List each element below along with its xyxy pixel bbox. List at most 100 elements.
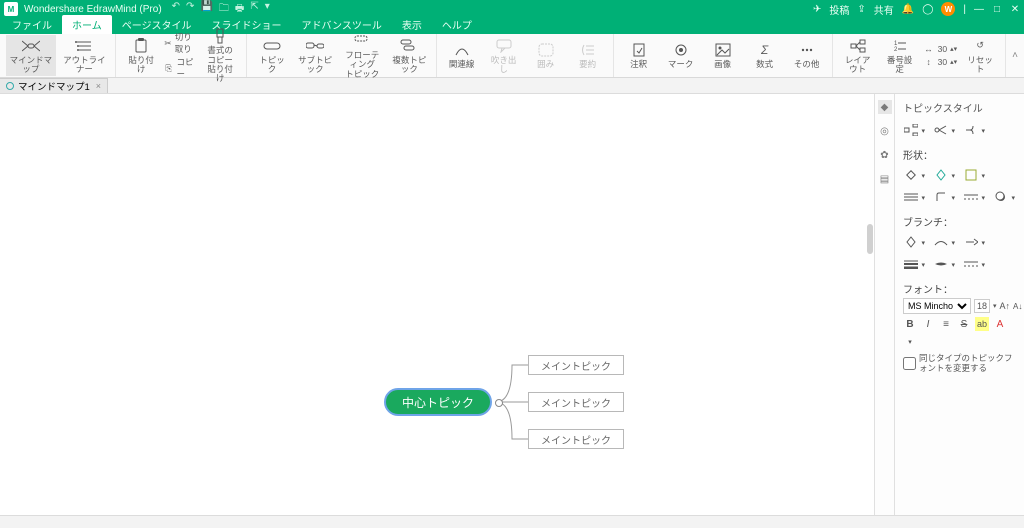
minimize-button[interactable]: — bbox=[974, 4, 984, 15]
rail-clip-icon[interactable]: ✿ bbox=[878, 148, 892, 162]
rail-style-icon[interactable]: ◆ bbox=[878, 100, 892, 114]
ribbon-group-insert: 注釈 マーク 画像 Σ数式 その他 bbox=[614, 34, 833, 77]
note-button[interactable]: 注釈 bbox=[620, 39, 658, 71]
shape-label: 形状： bbox=[903, 147, 1016, 162]
mark-button[interactable]: マーク bbox=[662, 39, 700, 71]
strike-button[interactable]: S bbox=[957, 317, 971, 331]
other-insert-button[interactable]: その他 bbox=[788, 39, 826, 71]
branch-end-icon[interactable]: ▾ bbox=[963, 235, 979, 249]
outliner-view-button[interactable]: アウトライナー bbox=[60, 35, 110, 77]
central-topic[interactable]: 中心トピック bbox=[384, 388, 492, 416]
layout-style-2-icon[interactable]: ▾ bbox=[933, 123, 949, 137]
app-logo: M bbox=[4, 2, 18, 16]
tab-home[interactable]: ホーム bbox=[62, 15, 112, 34]
numbering-button[interactable]: 12番号設定 bbox=[881, 35, 919, 77]
undo-icon[interactable]: ↶ bbox=[172, 1, 180, 18]
paste-button[interactable]: 貼り付け bbox=[122, 35, 160, 77]
post-button[interactable]: 投稿 bbox=[829, 2, 849, 17]
width-v-row[interactable]: ↕30▴▾ bbox=[923, 56, 958, 68]
format-painter-button[interactable]: 書式のコピー 貼り付け bbox=[200, 25, 240, 85]
mindmap-view-button[interactable]: マインドマップ bbox=[6, 35, 56, 77]
note-icon bbox=[630, 41, 648, 59]
image-icon bbox=[714, 41, 732, 59]
align-button[interactable]: ≡ bbox=[939, 317, 953, 331]
line-style-icon[interactable]: ▾ bbox=[903, 190, 919, 204]
branch-taper-icon[interactable]: ▾ bbox=[933, 257, 949, 271]
font-size-input[interactable]: 18 bbox=[974, 299, 990, 313]
bell-icon[interactable]: 🔔 bbox=[902, 4, 914, 15]
bold-button[interactable]: B bbox=[903, 317, 917, 331]
mark-icon bbox=[672, 41, 690, 59]
tab-help[interactable]: ヘルプ bbox=[432, 15, 482, 34]
summary-button[interactable]: 要約 bbox=[569, 39, 607, 71]
redo-icon[interactable]: ↷ bbox=[186, 1, 194, 18]
summary-icon bbox=[579, 41, 597, 59]
share-icon[interactable]: ⇪ bbox=[857, 4, 865, 15]
relation-button[interactable]: 関連線 bbox=[443, 39, 481, 71]
maximize-button[interactable]: □ bbox=[992, 4, 1002, 15]
shadow-icon[interactable]: ▾ bbox=[993, 190, 1009, 204]
collapse-ribbon-icon[interactable]: ˄ bbox=[1012, 50, 1018, 61]
branch-curve-icon[interactable]: ▾ bbox=[933, 235, 949, 249]
document-tabs: マインドマップ1 × bbox=[0, 78, 1024, 94]
send-icon[interactable]: ✈ bbox=[813, 4, 821, 15]
style-panel: トピックスタイル ▾ ▾ ▾ 形状： ▾ ▾ ▾ ▾ ▾ ▾ ▾ ブランチ： ▾… bbox=[894, 94, 1024, 515]
italic-button[interactable]: I bbox=[921, 317, 935, 331]
tab-file[interactable]: ファイル bbox=[2, 15, 62, 34]
formula-button[interactable]: Σ数式 bbox=[746, 39, 784, 71]
wrap-button[interactable]: 囲み bbox=[527, 39, 565, 71]
fill-color-icon[interactable]: ▾ bbox=[933, 168, 949, 182]
main-topic-2[interactable]: メイントピック bbox=[528, 392, 624, 412]
sync-font-checkbox[interactable]: 同じタイプのトピックフォントを変更する bbox=[903, 353, 1016, 373]
share-button[interactable]: 共有 bbox=[874, 2, 894, 17]
cut-icon: ✂ bbox=[164, 37, 172, 49]
branch-weight-icon[interactable]: ▾ bbox=[903, 257, 919, 271]
layout-button[interactable]: レイアウト bbox=[839, 35, 877, 77]
canvas[interactable]: 中心トピック メイントピック メイントピック メイントピック bbox=[0, 94, 874, 515]
export-icon[interactable]: ⇱ bbox=[250, 1, 258, 18]
qat-more-icon[interactable]: ▾ bbox=[265, 1, 270, 18]
scrollbar-thumb[interactable] bbox=[867, 224, 873, 254]
branch-dash-icon[interactable]: ▾ bbox=[963, 257, 979, 271]
subtopic-button[interactable]: サブトピック bbox=[295, 35, 335, 77]
branch-label: ブランチ： bbox=[903, 214, 1016, 229]
copy-button[interactable]: ⎘コピー bbox=[164, 56, 196, 80]
rail-tag-icon[interactable]: ◎ bbox=[878, 124, 892, 138]
help-icon[interactable]: ◯ bbox=[922, 4, 933, 15]
tab-view[interactable]: 表示 bbox=[392, 15, 432, 34]
reset-button[interactable]: ↺リセット bbox=[961, 35, 999, 77]
font-increase-icon[interactable]: A↑ bbox=[1000, 301, 1011, 311]
close-button[interactable]: ✕ bbox=[1010, 4, 1020, 15]
border-color-icon[interactable]: ▾ bbox=[963, 168, 979, 182]
doc-tab[interactable]: マインドマップ1 × bbox=[0, 78, 108, 93]
callout-button[interactable]: 吹き出し bbox=[485, 35, 523, 77]
font-color-button[interactable]: A bbox=[993, 317, 1007, 331]
cut-button[interactable]: ✂切り取り bbox=[164, 31, 196, 55]
multi-topic-button[interactable]: 複数トピック bbox=[389, 35, 429, 77]
print-icon[interactable]: 🖶 bbox=[235, 1, 244, 18]
corner-icon[interactable]: ▾ bbox=[933, 190, 949, 204]
font-family-select[interactable]: MS Mincho bbox=[903, 298, 971, 314]
layout-style-3-icon[interactable]: ▾ bbox=[963, 123, 979, 137]
width-h-row[interactable]: ↔30▴▾ bbox=[923, 43, 958, 55]
save-icon[interactable]: 💾 bbox=[200, 1, 212, 18]
reset-icon: ↺ bbox=[971, 37, 989, 55]
panel-title: トピックスタイル bbox=[903, 98, 1016, 119]
highlight-button[interactable]: ab bbox=[975, 317, 989, 331]
topic-button[interactable]: トピック bbox=[253, 35, 291, 77]
main-topic-3[interactable]: メイントピック bbox=[528, 429, 624, 449]
avatar[interactable]: W bbox=[941, 2, 955, 16]
open-icon[interactable]: 🗀 bbox=[219, 1, 229, 18]
close-tab-icon[interactable]: × bbox=[96, 81, 101, 91]
floating-topic-button[interactable]: フローティング トピック bbox=[339, 30, 385, 81]
rail-outline-icon[interactable]: ▤ bbox=[878, 172, 892, 186]
main-topic-1[interactable]: メイントピック bbox=[528, 355, 624, 375]
font-decrease-icon[interactable]: A↓ bbox=[1013, 302, 1022, 311]
brush-icon bbox=[211, 27, 229, 45]
expand-collapse-icon[interactable] bbox=[495, 399, 503, 407]
shape-diamond-icon[interactable]: ▾ bbox=[903, 168, 919, 182]
branch-color-icon[interactable]: ▾ bbox=[903, 235, 919, 249]
image-button[interactable]: 画像 bbox=[704, 39, 742, 71]
dash-icon[interactable]: ▾ bbox=[963, 190, 979, 204]
layout-style-1-icon[interactable]: ▾ bbox=[903, 123, 919, 137]
